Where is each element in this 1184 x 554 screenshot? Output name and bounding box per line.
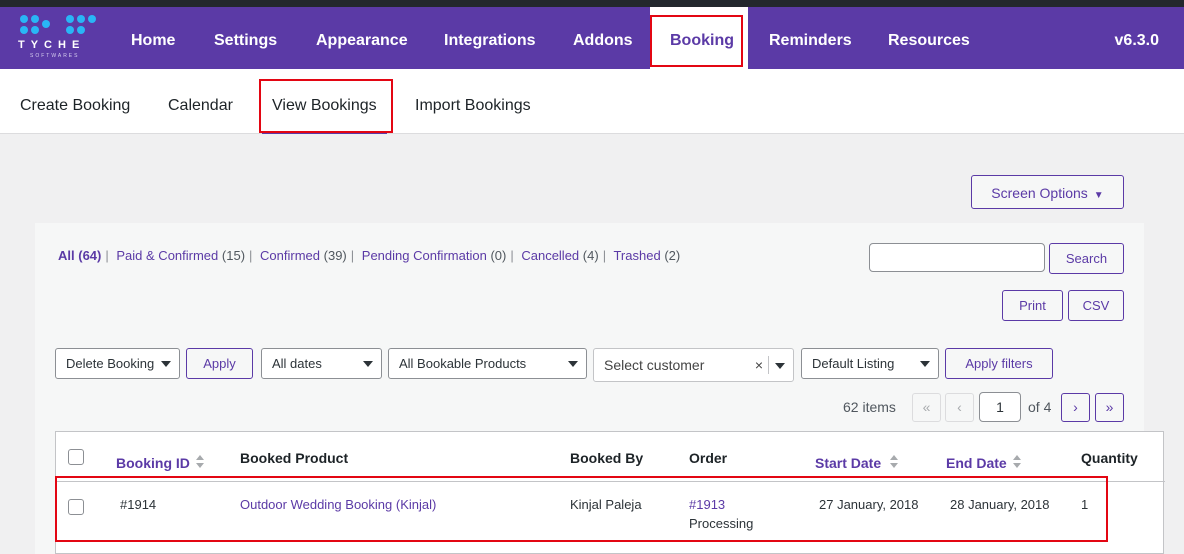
view-all[interactable]: All (64) — [58, 248, 101, 263]
chevron-down-icon — [920, 361, 930, 367]
subnav-create-booking[interactable]: Create Booking — [20, 69, 130, 134]
nav-appearance[interactable]: Appearance — [296, 7, 428, 69]
order-link[interactable]: #1913 — [689, 497, 725, 512]
nav-home[interactable]: Home — [111, 7, 195, 69]
chevron-down-icon — [161, 361, 171, 367]
total-pages: of 4 — [1028, 399, 1052, 415]
products-select[interactable]: All Bookable Products — [388, 348, 587, 379]
nav-booking[interactable]: Booking — [650, 7, 748, 69]
apply-filters-button[interactable]: Apply filters — [945, 348, 1053, 379]
subnav-import-bookings[interactable]: Import Bookings — [415, 69, 531, 134]
chevron-down-icon — [775, 363, 785, 369]
clear-icon[interactable]: × — [755, 349, 763, 381]
subnav-calendar[interactable]: Calendar — [168, 69, 233, 134]
order-cell: #1913 — [689, 497, 725, 512]
logo-dots-icon — [20, 15, 96, 35]
col-end-date[interactable]: End Date — [946, 455, 1007, 471]
start-date-cell: 27 January, 2018 — [819, 497, 919, 512]
view-paid-confirmed[interactable]: Paid & Confirmed (15) — [116, 248, 245, 263]
sub-navigation-bar: Create Booking Calendar View Bookings Im… — [0, 69, 1184, 134]
select-all-checkbox[interactable] — [68, 449, 84, 465]
order-status: Processing — [689, 516, 754, 531]
items-count: 62 items — [843, 399, 896, 415]
listing-select[interactable]: Default Listing — [801, 348, 939, 379]
next-page-button[interactable]: › — [1061, 393, 1090, 422]
admin-top-strip — [0, 0, 1184, 7]
view-trashed[interactable]: Trashed (2) — [613, 248, 680, 263]
prev-page-button: ‹ — [945, 393, 974, 422]
view-confirmed[interactable]: Confirmed (39) — [260, 248, 347, 263]
dates-select[interactable]: All dates — [261, 348, 382, 379]
logo-wordmark: TYCHE — [18, 39, 86, 51]
bulk-action-select[interactable]: Delete Booking — [55, 348, 180, 379]
sort-icon — [196, 455, 204, 469]
col-booked-product: Booked Product — [240, 450, 349, 466]
row-checkbox[interactable] — [68, 499, 84, 515]
bulk-apply-button[interactable]: Apply — [186, 348, 253, 379]
tyche-logo: TYCHE SOFTWARES — [18, 15, 96, 65]
col-order: Order — [689, 450, 728, 466]
last-page-button[interactable]: » — [1095, 393, 1124, 422]
current-page-input[interactable]: 1 — [979, 392, 1021, 422]
plugin-version: v6.3.0 — [1114, 32, 1159, 49]
sort-icon — [890, 455, 898, 469]
booking-id-cell: #1914 — [120, 497, 157, 512]
logo-subtext: SOFTWARES — [30, 53, 80, 59]
col-booked-by: Booked By — [570, 450, 644, 466]
col-start-date[interactable]: Start Date — [815, 455, 881, 471]
nav-settings[interactable]: Settings — [194, 7, 297, 69]
nav-addons[interactable]: Addons — [553, 7, 653, 69]
customer-select[interactable]: Select customer × — [593, 348, 794, 382]
screen-options-button[interactable]: Screen Options ▼ — [971, 175, 1124, 209]
bookings-table: Booking ID Booked Product Booked By Orde… — [55, 431, 1165, 554]
sort-icon — [1013, 455, 1021, 469]
view-pending-confirmation[interactable]: Pending Confirmation (0) — [362, 248, 507, 263]
view-cancelled[interactable]: Cancelled (4) — [521, 248, 598, 263]
end-date-cell: 28 January, 2018 — [950, 497, 1050, 512]
search-input[interactable] — [869, 243, 1045, 272]
chevron-down-icon — [568, 361, 578, 367]
status-filter-links: All (64) | Paid & Confirmed (15) | Confirm… — [58, 248, 681, 263]
subnav-view-bookings[interactable]: View Bookings — [262, 69, 387, 134]
chevron-down-icon — [363, 361, 373, 367]
print-button[interactable]: Print — [1002, 290, 1063, 321]
caret-down-icon: ▼ — [1093, 190, 1104, 201]
nav-resources[interactable]: Resources — [868, 7, 990, 69]
product-link[interactable]: Outdoor Wedding Booking (Kinjal) — [240, 497, 436, 512]
col-quantity: Quantity — [1081, 450, 1138, 466]
quantity-cell: 1 — [1081, 497, 1089, 512]
booked-by-cell: Kinjal Paleja — [570, 497, 642, 512]
first-page-button: « — [912, 393, 941, 422]
booked-product-cell: Outdoor Wedding Booking (Kinjal) — [240, 497, 436, 512]
col-booking-id[interactable]: Booking ID — [116, 455, 190, 471]
csv-button[interactable]: CSV — [1068, 290, 1124, 321]
nav-integrations[interactable]: Integrations — [424, 7, 556, 69]
table-header: Booking ID Booked Product Booked By Orde… — [56, 432, 1165, 482]
search-button[interactable]: Search — [1049, 243, 1124, 274]
nav-reminders[interactable]: Reminders — [749, 7, 872, 69]
